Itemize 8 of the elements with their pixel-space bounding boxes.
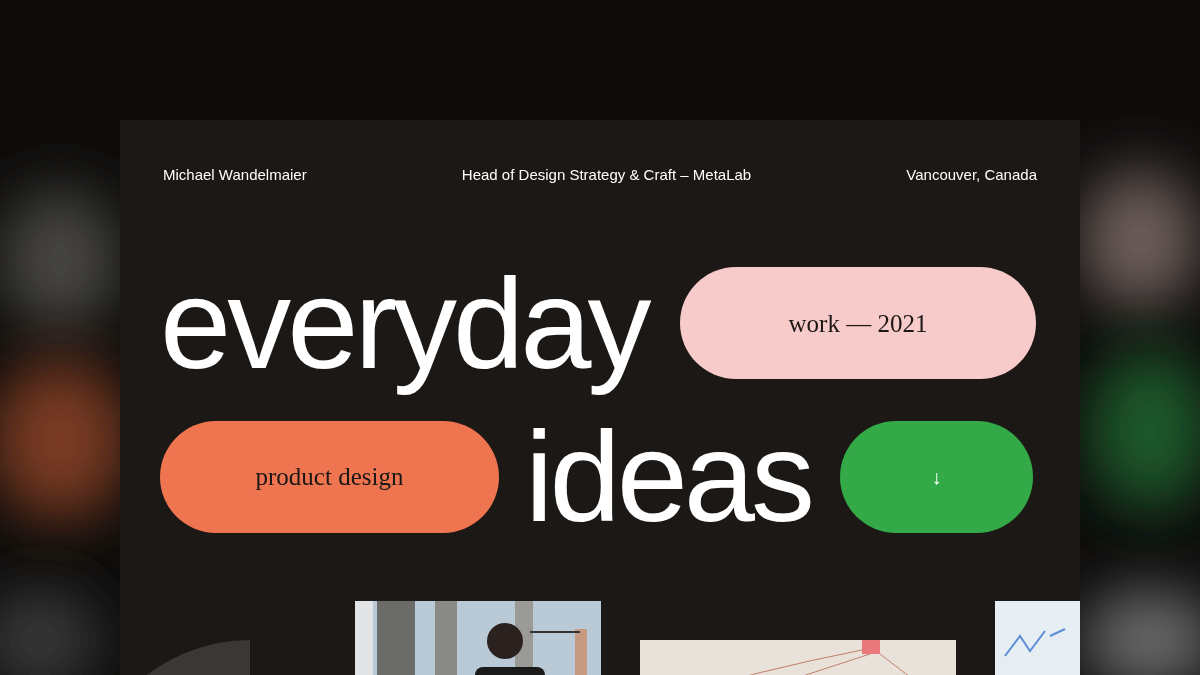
author-name: Michael Wandelmaier (163, 165, 307, 185)
job-title: Head of Design Strategy & Craft – MetaLab (461, 165, 752, 185)
tag-pill: work — 2021 (680, 267, 1036, 380)
location-text: Vancouver, Canada (906, 165, 1037, 185)
scroll-down-button[interactable]: ↓ (840, 420, 1033, 533)
headline-word: everyday (160, 250, 649, 397)
tag-pill: product design (160, 420, 499, 533)
headline-word: ideas (525, 404, 812, 551)
